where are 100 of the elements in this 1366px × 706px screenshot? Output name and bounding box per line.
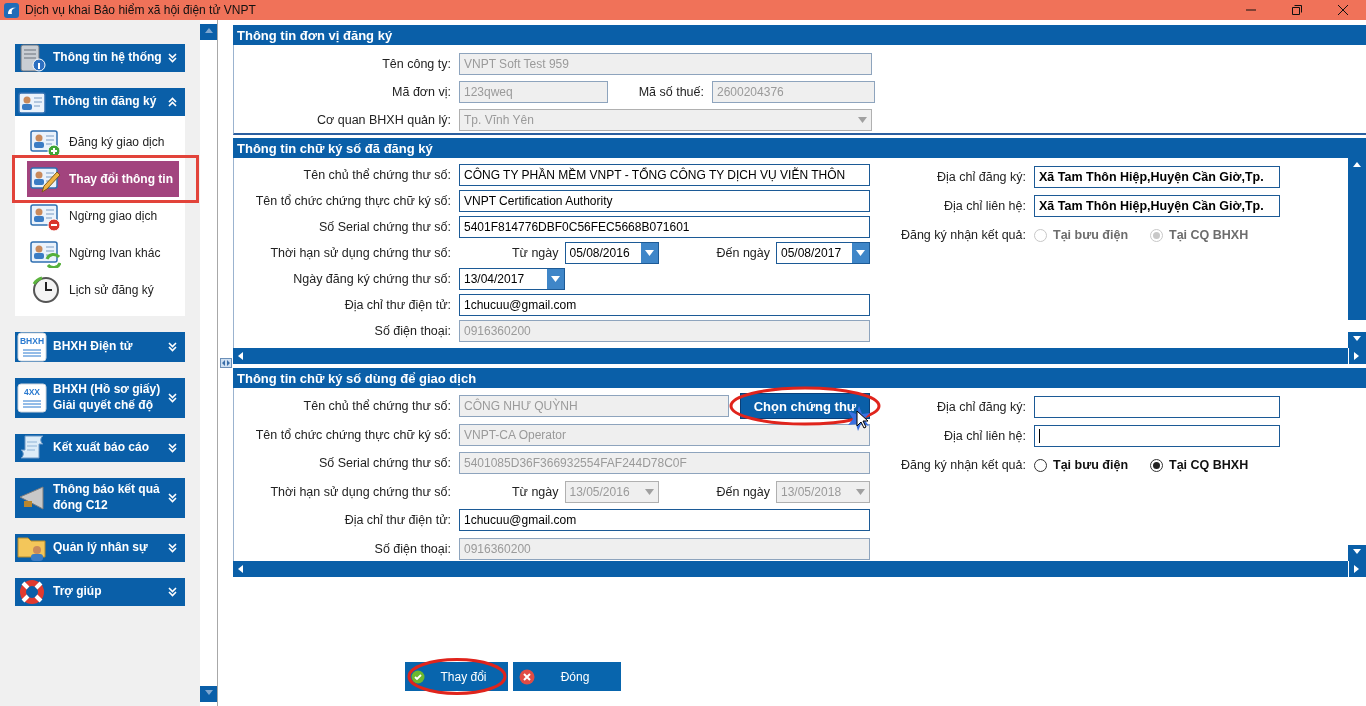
dropdown-arrow-icon [858, 117, 867, 123]
field-label: Đăng ký nhận kết quả: [899, 228, 1026, 242]
field-label: Số điện thoại: [373, 541, 451, 556]
maximize-icon [1292, 5, 1302, 15]
field-label: Thời hạn sử dụng chứng thư số: [269, 484, 451, 499]
document-icon: 4XX [17, 383, 47, 413]
expand-icon [168, 53, 177, 63]
expand-icon [168, 443, 177, 453]
document-icon: BHXH [17, 332, 47, 362]
sidebar-item[interactable]: Thay đổi thông tin [27, 161, 179, 197]
field-label: Cơ quan BHXH quản lý: [316, 113, 451, 127]
date-picker[interactable]: 05/08/2016 [564, 242, 659, 264]
sidebar-item[interactable]: Ngừng Ivan khác [27, 235, 179, 271]
id-card-icon [17, 89, 47, 115]
text-field[interactable]: 5401F814776DBF0C56FEC5668B071601 [459, 216, 870, 238]
field-label: Tên tổ chức chứng thực chữ ký số: [254, 194, 451, 208]
close-dialog-button[interactable]: Đóng [513, 662, 621, 691]
id-card-pencil-icon [29, 164, 61, 194]
group-label: Quản lý nhân sự [53, 540, 149, 556]
text-field[interactable]: CÔNG TY PHẦN MỀM VNPT - TỔNG CÔNG TY DỊCH VỤ VIỄN THÔN [459, 164, 870, 186]
text-field[interactable]: VNPT Certification Authority [459, 190, 870, 212]
radio-label: Tại CQ BHXH [1169, 228, 1249, 242]
field-label: Địa chỉ đăng ký: [936, 170, 1026, 184]
field-label: Ngày đăng ký chứng thư số: [292, 272, 451, 286]
megaphone-icon [17, 484, 47, 512]
text-field[interactable]: 1chucuu@gmail.com [459, 294, 870, 316]
sidebar-group[interactable]: Trợ giúp [15, 578, 185, 606]
collapse-icon [168, 97, 177, 107]
group-label: Thông tin hệ thống [53, 50, 162, 66]
section-header: Thông tin đơn vị đăng ký [233, 25, 1366, 45]
sidebar-group[interactable]: Kết xuất báo cáo [15, 434, 185, 462]
radio-button[interactable] [1034, 458, 1047, 472]
field-label: Số Serial chứng thư số: [317, 456, 451, 470]
section-header: Thông tin chữ ký số đã đăng ký [233, 138, 1366, 158]
text-field[interactable]: Xã Tam Thôn Hiệp,Huyện Cần Giờ,Tp. [1034, 166, 1280, 188]
expand-icon [168, 393, 177, 403]
app-logo-icon [4, 2, 19, 18]
dropdown-arrow-icon [856, 250, 865, 256]
horizontal-scrollbar[interactable] [233, 348, 1366, 364]
window-title: Dịch vụ khai Bảo hiểm xã hội điện tử VNPT [25, 3, 257, 17]
check-icon [411, 669, 425, 684]
horizontal-scrollbar[interactable] [233, 561, 1366, 577]
text-field[interactable] [1034, 396, 1280, 418]
field-label: Mã số thuế: [637, 85, 704, 99]
expand-icon [168, 543, 177, 553]
field-label: Tên tổ chức chứng thực chữ ký số: [254, 427, 451, 442]
id-card-minus-icon [29, 201, 61, 231]
dropdown-arrow-icon [856, 488, 865, 495]
field-label: Tên chủ thể chứng thư số: [302, 168, 451, 182]
expand-icon [168, 342, 177, 352]
group-label: BHXH Điện tử [53, 339, 134, 355]
dropdown-arrow-icon [644, 250, 654, 256]
close-icon [1338, 5, 1348, 15]
sidebar-group[interactable]: Thông báo kết quả đóng C12 [15, 478, 185, 518]
group-label: Thông tin đăng ký [53, 94, 158, 110]
text-field[interactable] [1034, 425, 1280, 447]
group-label: Trợ giúp [53, 584, 103, 600]
field-label: Địa chỉ đăng ký: [936, 400, 1026, 414]
radio-button[interactable] [1150, 458, 1164, 472]
radio-label: Tại bưu điện [1053, 458, 1129, 472]
field-label: Từ ngày [511, 484, 559, 499]
date-picker[interactable]: 05/08/2017 [776, 242, 870, 264]
sidebar-group[interactable]: Thông tin đăng ký [15, 88, 185, 116]
close-icon [519, 668, 535, 685]
text-field[interactable]: Xã Tam Thôn Hiệp,Huyện Cần Giờ,Tp. [1034, 195, 1280, 217]
group-label: Kết xuất báo cáo [53, 440, 151, 456]
folder-person-icon [17, 534, 47, 562]
id-card-plus-icon [29, 127, 61, 157]
sidebar-group[interactable]: Quản lý nhân sự [15, 534, 185, 562]
field-label: Mã đơn vị: [391, 85, 451, 99]
field-label: Tên công ty: [381, 57, 451, 71]
radio-label: Tại CQ BHXH [1169, 458, 1249, 472]
choose-certificate-button[interactable]: Chọn chứng thư [740, 393, 870, 419]
section-header: Thông tin chữ ký số dùng để giao dịch [233, 368, 1366, 388]
field-label: Địa chỉ thư điện tử: [343, 298, 451, 312]
splitter-handle-icon[interactable] [219, 358, 232, 368]
dropdown-arrow-icon [551, 276, 560, 282]
expand-icon [168, 493, 177, 503]
field-label: Địa chỉ thư điện tử: [343, 513, 451, 527]
field-label: Từ ngày [511, 246, 559, 260]
field-label: Đăng ký nhận kết quả: [899, 458, 1026, 472]
server-info-icon [17, 44, 47, 72]
field-label: Địa chỉ liên hệ: [943, 199, 1026, 213]
group-label: Thông báo kết quả đóng C12 [53, 482, 161, 514]
sidebar-item[interactable]: Ngừng giao dịch [27, 198, 179, 234]
field-label: Đến ngày [716, 246, 770, 260]
expand-icon [168, 587, 177, 597]
sidebar-item[interactable]: Đăng ký giao dịch [27, 124, 179, 160]
sidebar-group[interactable]: Thông tin hệ thống [15, 44, 185, 72]
lifebuoy-icon [17, 578, 47, 606]
sidebar-group[interactable]: BHXH BHXH Điện tử [15, 332, 185, 362]
field-label: Địa chỉ liên hệ: [943, 429, 1026, 443]
dropdown-arrow-icon [644, 488, 654, 495]
radio-label: Tại bưu điện [1053, 228, 1129, 242]
group-label: BHXH (Hồ sơ giấy) Giải quyết chế độ [53, 382, 162, 414]
sidebar-item[interactable]: Lịch sử đăng ký [27, 272, 179, 308]
field-label: Tên chủ thể chứng thư số: [302, 399, 451, 413]
text-field[interactable]: 1chucuu@gmail.com [459, 509, 870, 531]
sidebar-group[interactable]: 4XX BHXH (Hồ sơ giấy) Giải quyết chế độ [15, 378, 185, 418]
date-picker[interactable]: 13/04/2017 [459, 268, 565, 290]
